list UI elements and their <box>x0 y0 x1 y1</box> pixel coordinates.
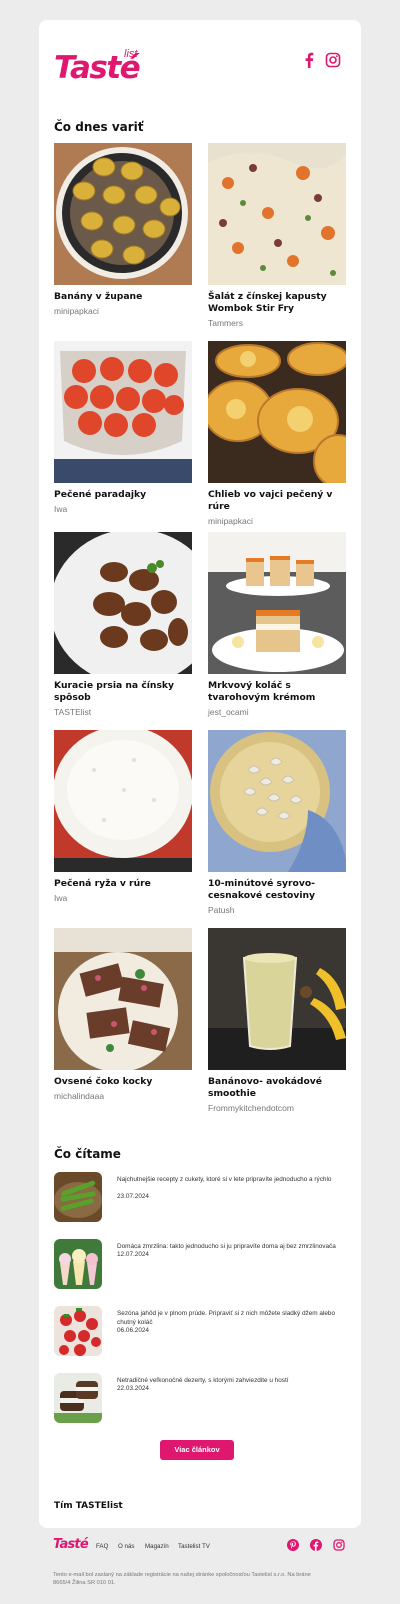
footer-logo[interactable]: Tasté <box>53 1537 89 1552</box>
article-item[interactable]: Domáca zmrzlina: takto jednoducho si ju … <box>54 1239 346 1289</box>
article-date: 22.03.2024 <box>117 1385 149 1392</box>
article-thumbnail[interactable] <box>54 1239 102 1289</box>
signature: Tím TASTElist <box>54 1501 123 1511</box>
recipe-author: jest_ocami <box>208 707 249 717</box>
recipe-title[interactable]: Pečená ryža v rúre <box>54 878 192 890</box>
article-thumbnail[interactable] <box>54 1172 102 1222</box>
instagram-icon[interactable] <box>333 1538 345 1556</box>
facebook-icon[interactable] <box>310 1538 322 1556</box>
recipe-author: Patush <box>208 905 235 915</box>
article-thumbnail[interactable] <box>54 1373 102 1423</box>
recipe-photo[interactable] <box>54 341 192 483</box>
article-date: 23.07.2024 <box>117 1193 149 1200</box>
article-headline[interactable]: Sezóna jahôd je v plnom prúde. Pripraviť… <box>117 1309 342 1327</box>
footer-link-magazine[interactable]: Magazín <box>145 1543 169 1550</box>
recipe-photo[interactable] <box>54 143 192 285</box>
cook-section-title: Čo dnes variť <box>54 120 144 134</box>
article-headline[interactable]: Netradičné veľkonočné dezerty, s ktorými… <box>117 1376 342 1385</box>
recipe-author: michalindaaa <box>54 1091 105 1101</box>
recipe-title[interactable]: 10-minútové syrovo-cesnakové cestoviny <box>208 878 346 902</box>
recipe-photo[interactable] <box>54 532 192 674</box>
recipe-author: Iwa <box>54 893 68 903</box>
recipe-author: Frommykitchendotcom <box>208 1103 294 1113</box>
recipe-author: Iwa <box>54 504 68 514</box>
article-item[interactable]: Netradičné veľkonočné dezerty, s ktorými… <box>54 1373 346 1423</box>
logo-tag: list <box>124 48 138 60</box>
article-date: 12.07.2024 <box>117 1251 149 1258</box>
recipe-photo[interactable] <box>208 730 346 872</box>
recipe-card[interactable]: Banány v župane minipapkaci <box>54 143 192 317</box>
pinterest-icon[interactable] <box>287 1538 299 1556</box>
article-item[interactable]: Sezóna jahôd je v plnom prúde. Pripraviť… <box>54 1306 346 1356</box>
recipe-title[interactable]: Ovsené čoko kocky <box>54 1076 192 1088</box>
recipe-title[interactable]: Chlieb vo vajci pečený v rúre <box>208 489 346 513</box>
recipe-photo[interactable] <box>208 341 346 483</box>
recipe-card[interactable]: Pečená ryža v rúre Iwa <box>54 730 192 904</box>
recipe-photo[interactable] <box>208 143 346 285</box>
newsletter-card: Tasté list Čo dnes variť Banány v župane… <box>39 20 361 1528</box>
recipe-photo[interactable] <box>208 532 346 674</box>
recipe-card[interactable]: Banánovo- avokádové smoothie Frommykitch… <box>208 928 346 1114</box>
recipe-title[interactable]: Mrkvový koláč s tvarohovým krémom <box>208 680 346 704</box>
recipe-title[interactable]: Šalát z čínskej kapusty Wombok Stir Fry <box>208 291 346 315</box>
facebook-icon[interactable] <box>304 52 314 70</box>
recipe-photo[interactable] <box>54 928 192 1070</box>
read-section-title: Čo čítame <box>54 1147 121 1161</box>
footer-link-faq[interactable]: FAQ <box>96 1543 108 1550</box>
recipe-card[interactable]: 10-minútové syrovo-cesnakové cestoviny P… <box>208 730 346 916</box>
tastelist-logo[interactable]: Tasté list <box>54 48 146 86</box>
recipe-author: TASTElist <box>54 707 92 717</box>
article-date: 06.06.2024 <box>117 1327 149 1334</box>
article-headline[interactable]: Najchutnejšie recepty z cukety, ktoré si… <box>117 1175 342 1184</box>
recipe-photo[interactable] <box>54 730 192 872</box>
article-item[interactable]: Najchutnejšie recepty z cukety, ktoré si… <box>54 1172 346 1222</box>
recipe-card[interactable]: Chlieb vo vajci pečený v rúre minipapkac… <box>208 341 346 527</box>
footer-link-about[interactable]: O nás <box>118 1543 135 1550</box>
recipe-title[interactable]: Banánovo- avokádové smoothie <box>208 1076 346 1100</box>
more-articles-button[interactable]: Viac článkov <box>160 1440 234 1460</box>
recipe-author: minipapkaci <box>54 306 99 316</box>
recipe-photo[interactable] <box>208 928 346 1070</box>
instagram-icon[interactable] <box>325 52 341 70</box>
article-headline[interactable]: Domáca zmrzlina: takto jednoducho si ju … <box>117 1242 342 1251</box>
recipe-author: minipapkaci <box>208 516 253 526</box>
recipe-title[interactable]: Banány v župane <box>54 291 192 303</box>
recipe-card[interactable]: Ovsené čoko kocky michalindaaa <box>54 928 192 1102</box>
recipe-card[interactable]: Šalát z čínskej kapusty Wombok Stir Fry … <box>208 143 346 329</box>
footer-legal-note: Tento e-mail bol zaslaný na základe regi… <box>53 1572 311 1586</box>
article-thumbnail[interactable] <box>54 1306 102 1356</box>
recipe-author: Tammers <box>208 318 243 328</box>
recipe-title[interactable]: Kuracie prsia na čínsky spôsob <box>54 680 192 704</box>
recipe-title[interactable]: Pečené paradajky <box>54 489 192 501</box>
recipe-card[interactable]: Pečené paradajky Iwa <box>54 341 192 515</box>
recipe-card[interactable]: Kuracie prsia na čínsky spôsob TASTElist <box>54 532 192 718</box>
footer-link-tastelist-tv[interactable]: Tastelist TV <box>178 1543 210 1550</box>
recipe-card[interactable]: Mrkvový koláč s tvarohovým krémom jest_o… <box>208 532 346 718</box>
